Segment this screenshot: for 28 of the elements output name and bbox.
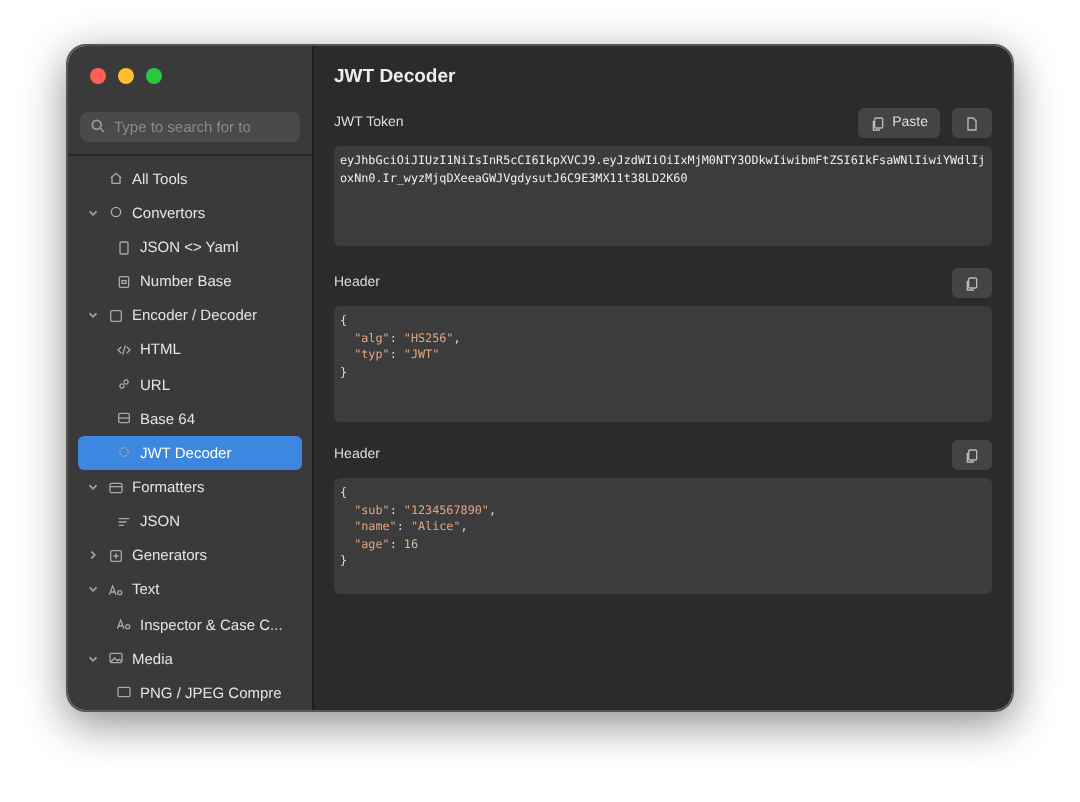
chevron-icon[interactable]: [86, 205, 100, 220]
text-size-icon: [116, 616, 132, 633]
copy-icon: [870, 115, 887, 131]
close-button[interactable]: [90, 68, 106, 84]
document-icon: [116, 273, 132, 290]
copy-button[interactable]: [952, 268, 992, 298]
chevron-icon[interactable]: [86, 308, 100, 323]
chevron-icon[interactable]: [86, 582, 100, 597]
window-icon: [108, 479, 124, 496]
chevron-icon[interactable]: [86, 548, 100, 563]
text-size-icon: [108, 581, 124, 598]
minimize-button[interactable]: [118, 68, 134, 84]
lines-icon: [116, 513, 132, 530]
copy-button[interactable]: [952, 440, 992, 470]
document-icon: [116, 239, 132, 256]
new-document-button[interactable]: [952, 108, 992, 138]
code-icon: [116, 341, 132, 358]
chevron-icon[interactable]: [86, 480, 100, 495]
table-icon: [116, 410, 132, 427]
zoom-button[interactable]: [146, 68, 162, 84]
chevron-icon[interactable]: [86, 651, 100, 666]
copy-icon: [964, 275, 980, 291]
document-icon: [964, 115, 980, 131]
plus-square-icon: [108, 547, 124, 564]
link-icon: [116, 376, 132, 393]
copy-icon: [964, 447, 980, 463]
page-title: JWT Decoder: [334, 66, 458, 88]
home-icon: [108, 170, 124, 187]
